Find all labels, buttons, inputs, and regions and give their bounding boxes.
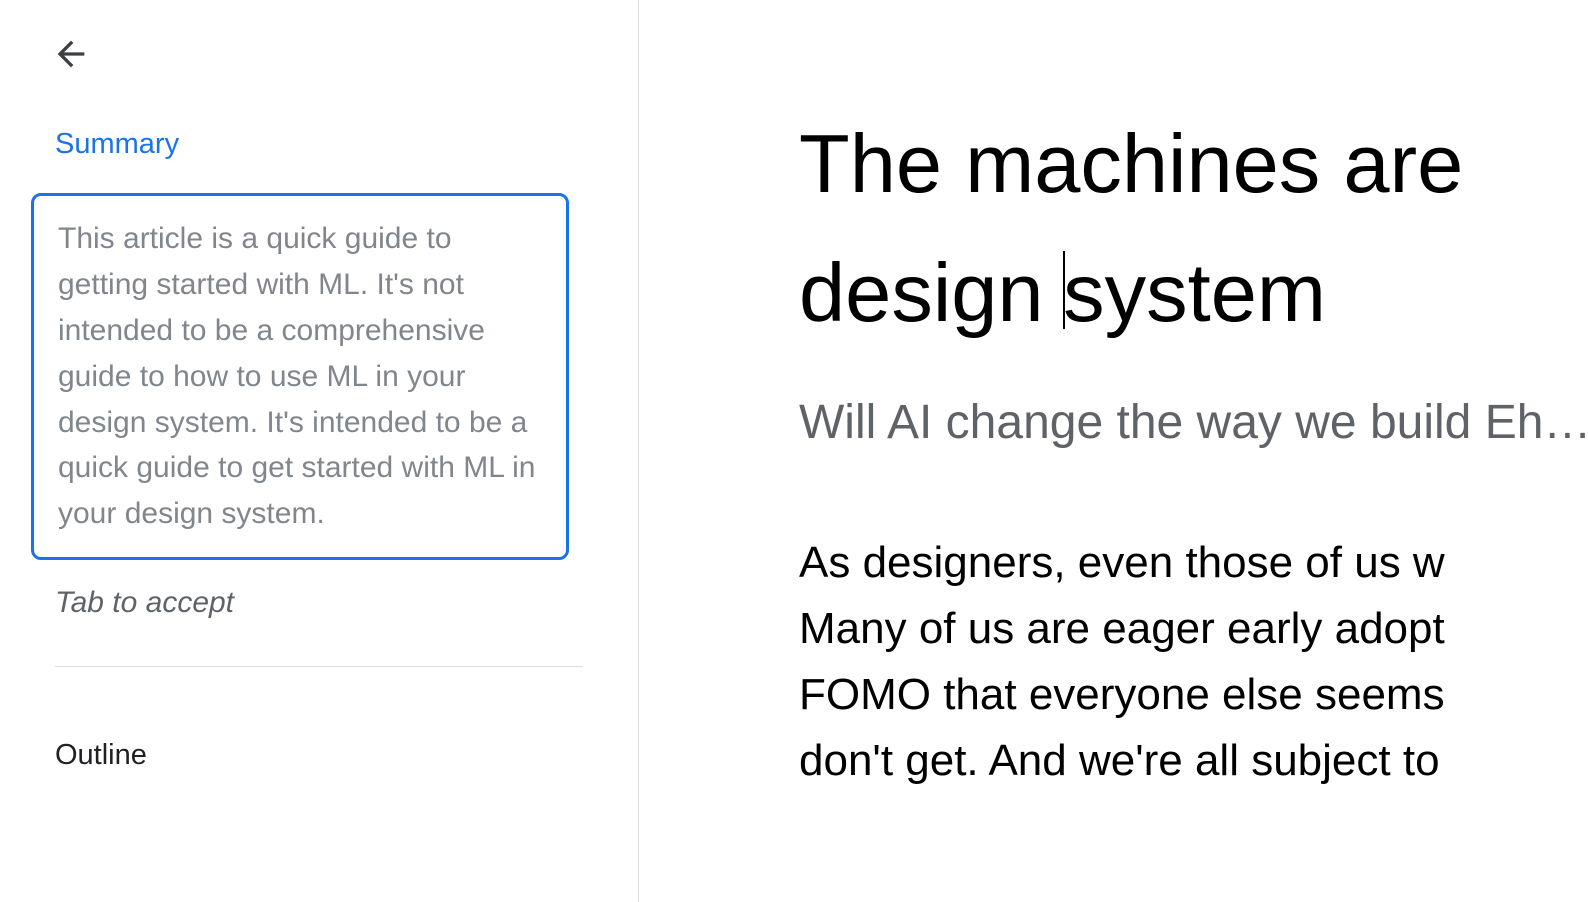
title-line-1: The machines are [799, 100, 1588, 229]
body-line: FOMO that everyone else seems [799, 662, 1588, 728]
document-body[interactable]: As designers, even those of us w Many of… [799, 530, 1588, 794]
body-line: As designers, even those of us w [799, 530, 1588, 596]
body-line: don't get. And we're all subject to [799, 728, 1588, 794]
sidebar-panel: Summary This article is a quick guide to… [0, 0, 639, 902]
tab-to-accept-hint: Tab to accept [55, 586, 583, 620]
subtitle-line-2: Eh… [1485, 396, 1588, 449]
body-line: Many of us are eager early adopt [799, 596, 1588, 662]
document-canvas[interactable]: The machines are design system Will AI c… [639, 0, 1588, 902]
summary-heading: Summary [55, 128, 583, 161]
arrow-left-icon [51, 34, 91, 74]
document-title[interactable]: The machines are design system [799, 100, 1588, 357]
summary-suggestion-box[interactable]: This article is a quick guide to getting… [31, 193, 569, 560]
sidebar-divider [55, 666, 583, 667]
outline-heading[interactable]: Outline [55, 739, 583, 772]
subtitle-line-1: Will AI change the way we build [799, 396, 1485, 449]
back-button[interactable] [47, 30, 95, 78]
title-line-2: design system [799, 229, 1588, 358]
document-subtitle[interactable]: Will AI change the way we build Eh… [799, 383, 1588, 462]
